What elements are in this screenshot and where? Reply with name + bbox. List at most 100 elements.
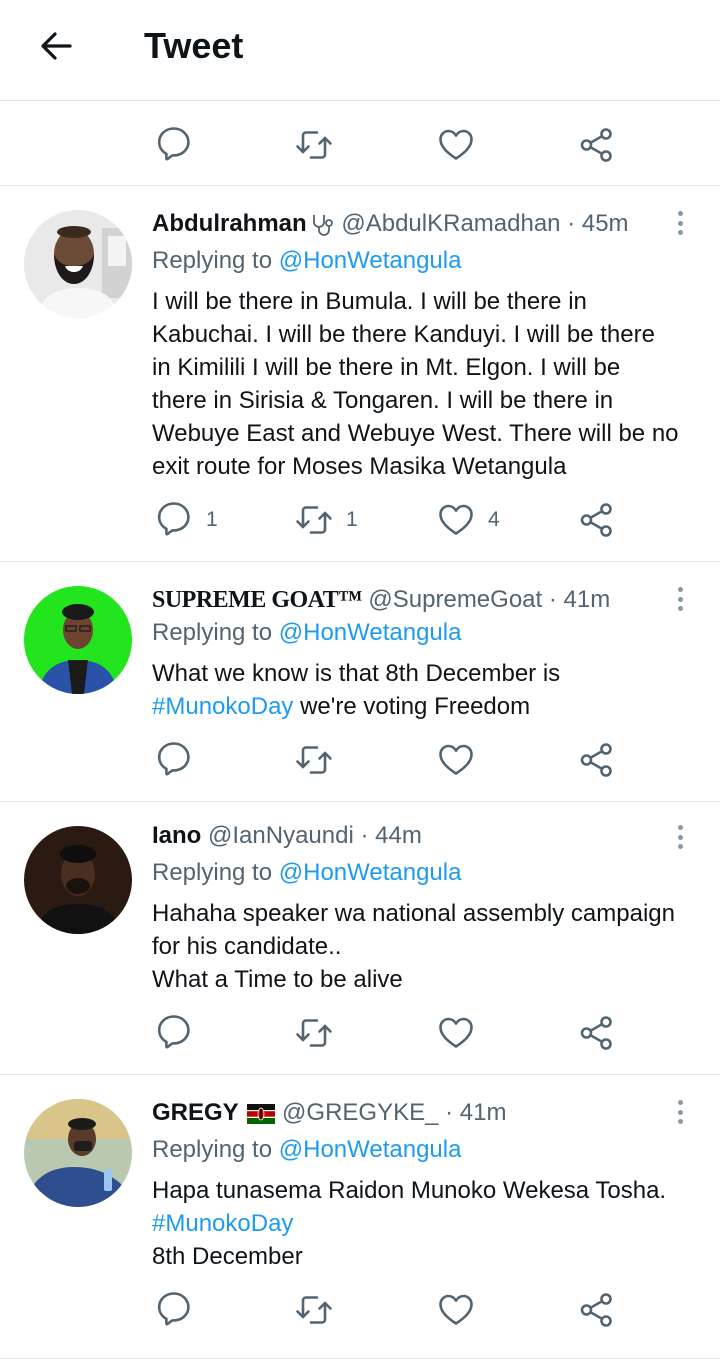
- speech-bubble-icon: [157, 1292, 190, 1326]
- stethoscope-icon: [312, 214, 333, 236]
- like-count: 4: [488, 508, 500, 531]
- tweet-text: Hahaha speaker wa national assembly camp…: [152, 897, 702, 996]
- mention-link[interactable]: @HonWetangula: [279, 247, 462, 274]
- tweet-text-line: Hapa tunasema Raidon Munoko Wekesa Tosha…: [152, 1177, 667, 1204]
- top-app-bar: Tweet: [0, 0, 720, 101]
- like-button[interactable]: 4: [436, 490, 500, 550]
- separator-dot: ·: [438, 1099, 460, 1126]
- replying-to: Replying to @HonWetangula: [152, 1134, 461, 1166]
- tweet-text-line: for his candidate..: [152, 933, 342, 960]
- timestamp[interactable]: 41m: [460, 1099, 507, 1126]
- heart-icon: [439, 1294, 473, 1325]
- timestamp[interactable]: 41m: [564, 586, 611, 613]
- reply-tweet[interactable]: Abdulrahman @AbdulKRamadhan · 45m Replyi…: [0, 186, 720, 561]
- share-button[interactable]: [577, 730, 617, 790]
- mention-link[interactable]: @HonWetangula: [279, 619, 462, 646]
- display-name[interactable]: GREGY: [152, 1099, 239, 1126]
- reply-count: 1: [206, 508, 218, 531]
- display-name[interactable]: Abdulrahman: [152, 210, 307, 237]
- share-button[interactable]: [577, 115, 617, 175]
- share-button[interactable]: [577, 1003, 617, 1063]
- speech-bubble-icon: [157, 127, 190, 161]
- arrow-left-icon: [41, 32, 72, 60]
- share-nodes-icon: [580, 743, 612, 777]
- heart-icon: [439, 1017, 473, 1048]
- page-title: Tweet: [144, 25, 244, 66]
- like-button[interactable]: [436, 1003, 476, 1063]
- replying-to: Replying to @HonWetangula: [152, 617, 461, 649]
- replying-to: Replying to @HonWetangula: [152, 245, 461, 277]
- tweet-text-line: there in Sirisia & Tongaren. I will be t…: [152, 387, 614, 414]
- tweet-text-line: exit route for Moses Masika Wetangula: [152, 453, 567, 480]
- tweet-text: Hapa tunasema Raidon Munoko Wekesa Tosha…: [152, 1174, 702, 1273]
- hashtag-link[interactable]: #MunokoDay: [152, 693, 293, 720]
- tweet-action-bar: [0, 1280, 720, 1340]
- user-handle[interactable]: @IanNyaundi: [208, 822, 354, 849]
- timestamp[interactable]: 45m: [582, 210, 629, 237]
- more-options-button[interactable]: [668, 584, 692, 614]
- retweet-button[interactable]: [294, 730, 334, 790]
- replying-to-label: Replying to: [152, 1136, 279, 1163]
- reply-tweet[interactable]: Iano @IanNyaundi · 44m Replying to @HonW…: [0, 802, 720, 1074]
- tweet-action-bar: 1 1 4: [0, 490, 720, 550]
- share-button[interactable]: [577, 490, 617, 550]
- tweet-header: SUPREME GOAT™ @SupremeGoat · 41m: [152, 584, 610, 616]
- tweet-text-line: I will be there in Bumula. I will be the…: [152, 288, 587, 315]
- more-options-button[interactable]: [668, 208, 692, 238]
- like-button[interactable]: [436, 115, 476, 175]
- speech-bubble-icon: [157, 742, 190, 776]
- hashtag-link[interactable]: #MunokoDay: [152, 1210, 293, 1237]
- reply-button[interactable]: 1: [154, 490, 218, 550]
- timestamp[interactable]: 44m: [375, 822, 422, 849]
- tweet-text-line: #MunokoDay: [152, 1207, 702, 1240]
- replying-to-label: Replying to: [152, 247, 279, 274]
- display-name[interactable]: Iano: [152, 822, 201, 849]
- tweet-text-line: in Kimilili I will be there in Mt. Elgon…: [152, 354, 621, 381]
- reply-button[interactable]: [154, 115, 194, 175]
- share-nodes-icon: [580, 1016, 612, 1050]
- like-button[interactable]: [436, 1280, 476, 1340]
- reply-button[interactable]: [154, 1280, 194, 1340]
- user-handle[interactable]: @AbdulKRamadhan: [341, 210, 560, 237]
- mention-link[interactable]: @HonWetangula: [279, 859, 462, 886]
- tweet-text: What we know is that 8th December is #Mu…: [152, 657, 702, 723]
- retweet-arrows-icon: [296, 1296, 332, 1324]
- tweet-action-bar: [0, 1003, 720, 1063]
- replying-to-label: Replying to: [152, 619, 279, 646]
- separator-dot: ·: [560, 210, 582, 237]
- back-button[interactable]: [30, 24, 82, 68]
- share-nodes-icon: [580, 503, 612, 537]
- reply-tweet[interactable]: SUPREME GOAT™ @SupremeGoat · 41m Replyin…: [0, 562, 720, 801]
- kenya-flag-icon: [247, 1103, 276, 1124]
- tweet-header: GREGY @GREGYKE_ · 41m: [152, 1097, 506, 1129]
- share-nodes-icon: [580, 1293, 612, 1327]
- avatar[interactable]: [24, 1099, 132, 1207]
- replying-to-label: Replying to: [152, 859, 279, 886]
- tweet-action-bar: [0, 730, 720, 790]
- heart-icon: [439, 744, 473, 775]
- avatar[interactable]: [24, 586, 132, 694]
- reply-button[interactable]: [154, 1003, 194, 1063]
- retweet-button[interactable]: [294, 1280, 334, 1340]
- more-options-button[interactable]: [668, 1097, 692, 1127]
- avatar[interactable]: [24, 826, 132, 934]
- like-button[interactable]: [436, 730, 476, 790]
- user-handle[interactable]: @GREGYKE_: [282, 1099, 438, 1126]
- heart-icon: [439, 504, 473, 535]
- retweet-button[interactable]: 1: [294, 490, 358, 550]
- mention-link[interactable]: @HonWetangula: [279, 1136, 462, 1163]
- tweet-text: I will be there in Bumula. I will be the…: [152, 285, 702, 483]
- user-handle[interactable]: @SupremeGoat: [368, 586, 542, 613]
- share-button[interactable]: [577, 1280, 617, 1340]
- display-name[interactable]: SUPREME GOAT™: [152, 587, 362, 613]
- avatar[interactable]: [24, 210, 132, 318]
- more-options-button[interactable]: [668, 822, 692, 852]
- reply-button[interactable]: [154, 730, 194, 790]
- speech-bubble-icon: [157, 1015, 190, 1049]
- separator-dot: ·: [353, 822, 376, 849]
- retweet-button[interactable]: [294, 1003, 334, 1063]
- tweet-text-line: What a Time to be alive: [152, 966, 403, 993]
- reply-tweet[interactable]: GREGY @GREGYKE_ · 41m Replying to @HonWe…: [0, 1075, 720, 1360]
- retweet-button[interactable]: [294, 115, 334, 175]
- tweet-header: Abdulrahman @AbdulKRamadhan · 45m: [152, 208, 629, 240]
